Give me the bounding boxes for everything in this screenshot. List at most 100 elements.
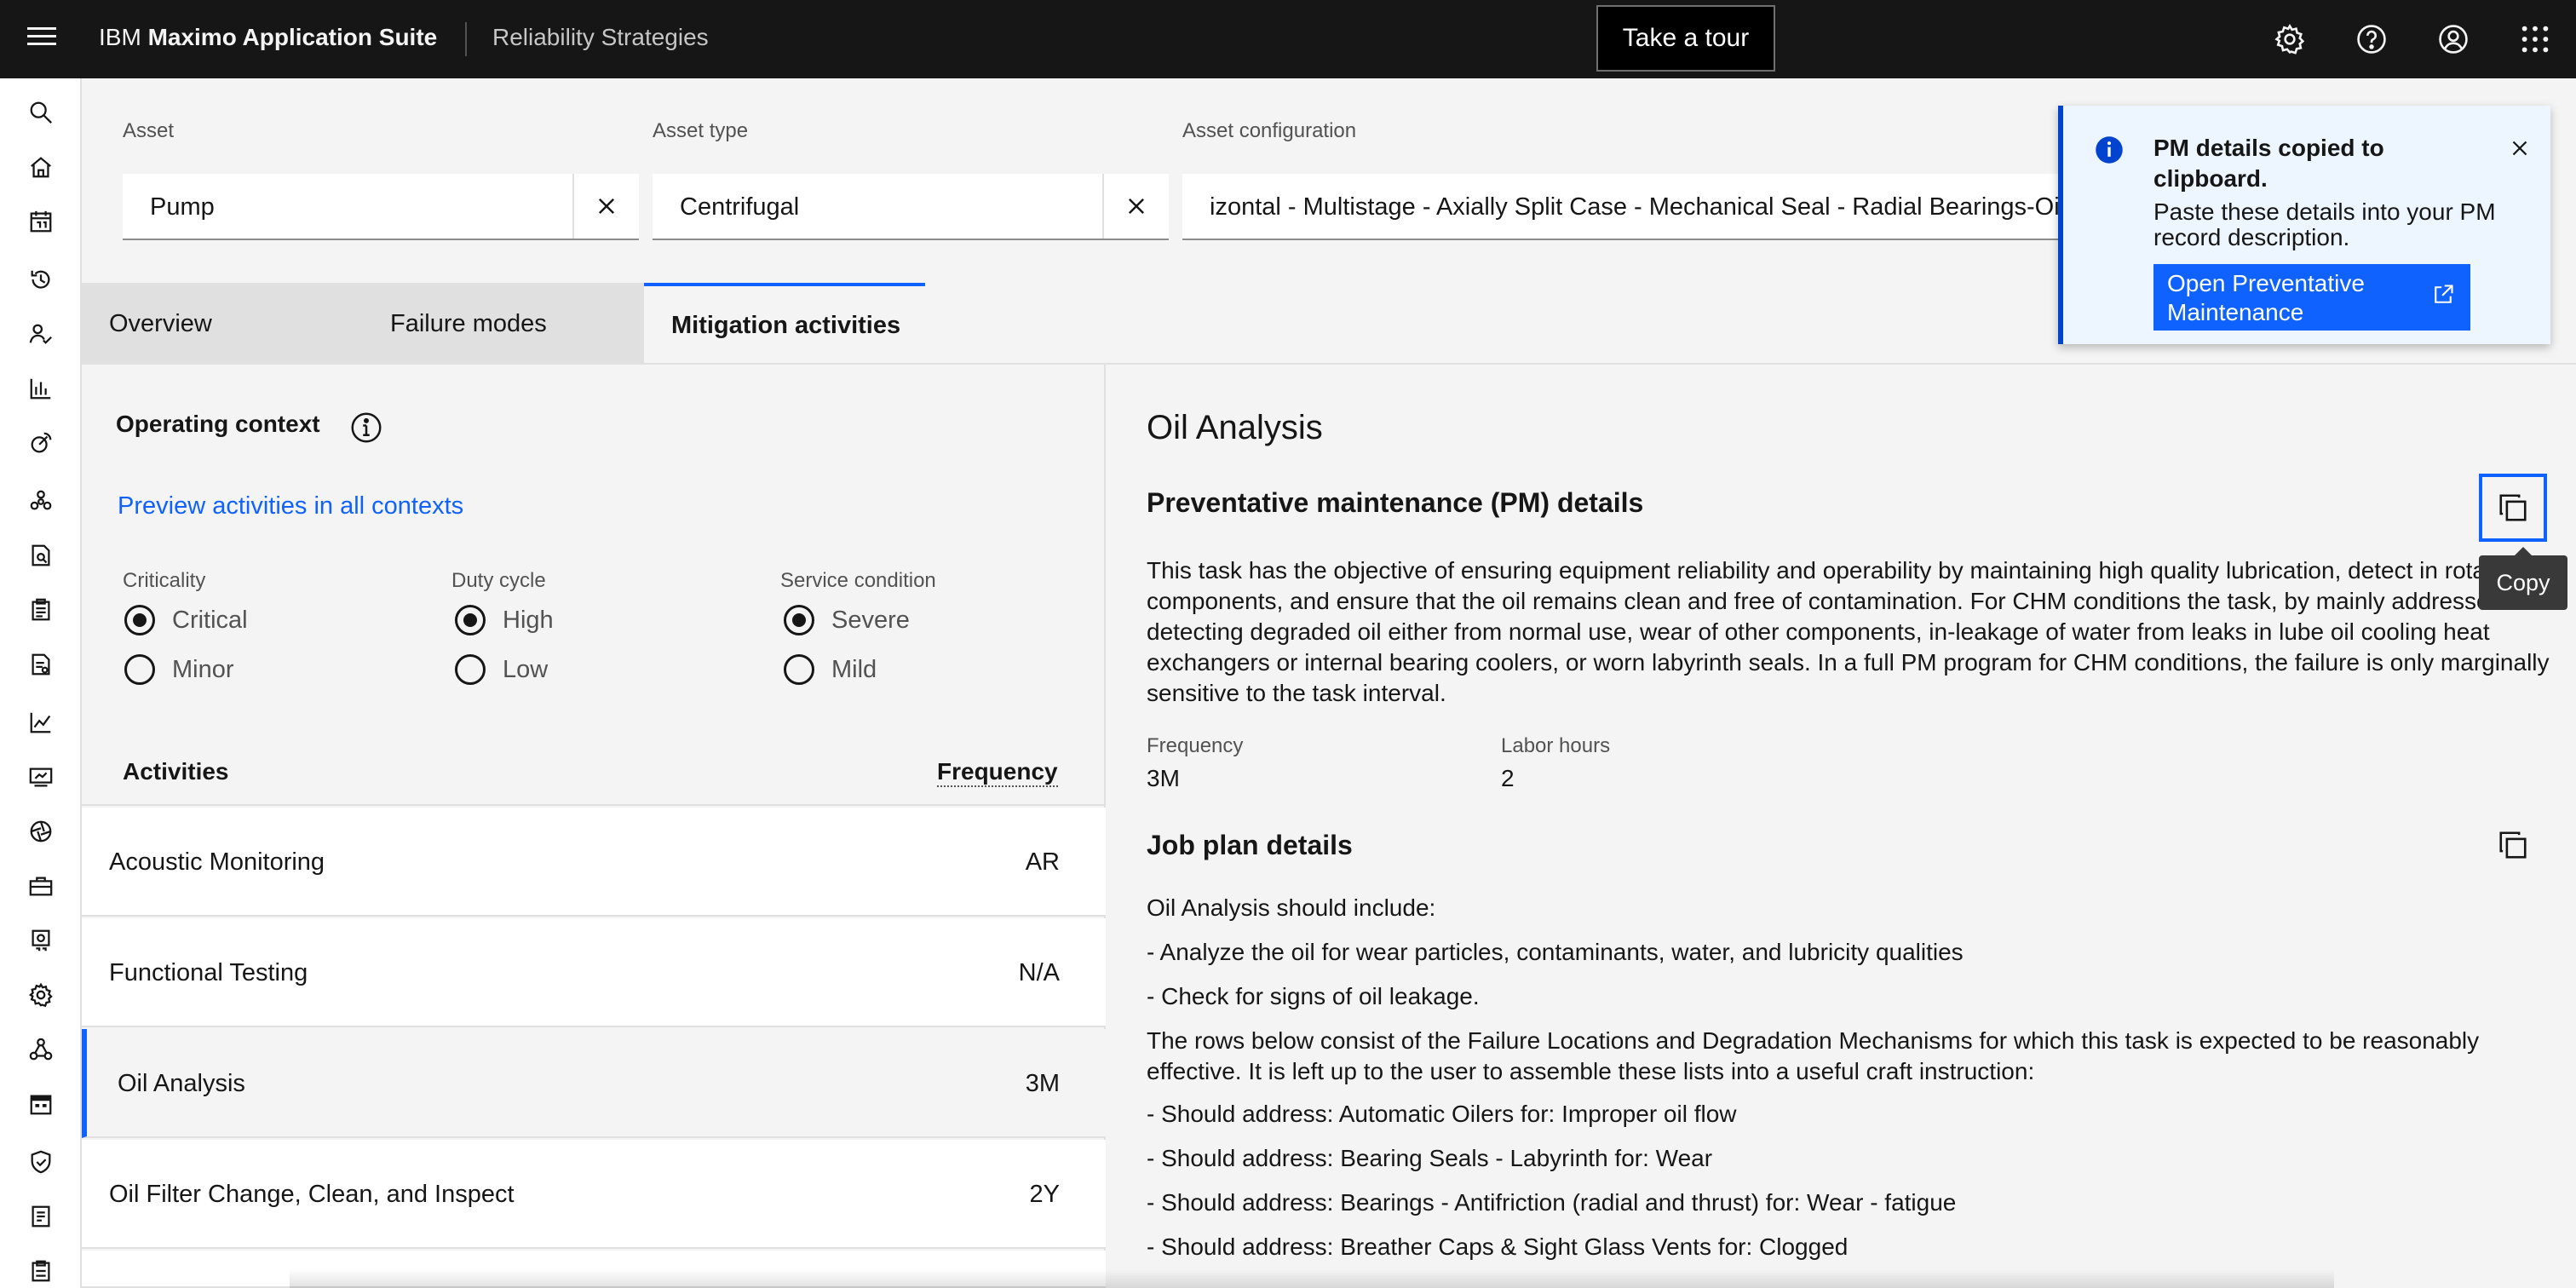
job-plan-intro: Oil Analysis should include: bbox=[1147, 894, 1436, 921]
job-rows-intro: The rows below consist of the Failure Lo… bbox=[1147, 1027, 2480, 1084]
job-plan-heading: Job plan details bbox=[1147, 830, 1353, 860]
notebook-icon[interactable] bbox=[26, 1201, 56, 1232]
asset-type-label: Asset type bbox=[653, 119, 749, 142]
machine-icon[interactable] bbox=[26, 925, 56, 956]
brand-name[interactable]: IBM Maximo Application Suite bbox=[99, 20, 437, 55]
copy-job-plan-button[interactable] bbox=[2479, 811, 2547, 879]
product-name[interactable]: Reliability Strategies bbox=[492, 20, 709, 55]
activity-row-acoustic-monitoring[interactable]: Acoustic Monitoring AR bbox=[82, 808, 1106, 917]
tab-mitigation-activities[interactable]: Mitigation activities bbox=[644, 283, 925, 365]
activity-row-oil-analysis[interactable]: Oil Analysis 3M bbox=[82, 1029, 1106, 1138]
criticality-label: Criticality bbox=[123, 569, 206, 592]
open-preventative-maintenance-button[interactable]: Open Preventative Maintenance bbox=[2153, 264, 2470, 331]
job-step: - Check for signs of oil leakage. bbox=[1147, 983, 1480, 1009]
monitor-icon[interactable] bbox=[26, 762, 56, 792]
radio-button[interactable] bbox=[784, 605, 814, 635]
radio-minor[interactable]: Minor bbox=[124, 653, 234, 687]
activity-name: Functional Testing bbox=[109, 959, 308, 986]
radio-mild[interactable]: Mild bbox=[784, 653, 877, 687]
info-icon[interactable] bbox=[349, 411, 383, 445]
activity-name: Oil Analysis bbox=[118, 1070, 245, 1097]
activity-frequency: AR bbox=[1025, 848, 1060, 876]
settings-icon[interactable] bbox=[26, 980, 56, 1010]
radio-severe[interactable]: Severe bbox=[784, 603, 910, 637]
labor-hours-value: 2 bbox=[1501, 765, 1515, 791]
tab-failure-modes[interactable]: Failure modes bbox=[363, 283, 644, 365]
asset-type-field[interactable]: Centrifugal bbox=[653, 174, 1169, 240]
job-row: - Should address: Automatic Oilers for: … bbox=[1147, 1101, 1737, 1127]
radio-button[interactable] bbox=[124, 605, 155, 635]
radio-button[interactable] bbox=[455, 605, 486, 635]
asset-configuration-label: Asset configuration bbox=[1182, 119, 1357, 142]
menu-icon[interactable] bbox=[26, 22, 58, 55]
notification-title: PM details copied to clipboard. bbox=[2153, 135, 2384, 192]
nodes-icon[interactable] bbox=[26, 1034, 56, 1065]
aperture-icon[interactable] bbox=[26, 816, 56, 847]
asset-type-value: Centrifugal bbox=[680, 193, 800, 221]
detail-title: Oil Analysis bbox=[1147, 409, 1323, 446]
radio-button[interactable] bbox=[124, 654, 155, 685]
settings-icon[interactable] bbox=[2269, 19, 2310, 60]
search-icon[interactable] bbox=[26, 97, 56, 128]
radio-button[interactable] bbox=[455, 654, 486, 685]
calendar-icon[interactable] bbox=[26, 206, 56, 237]
document-search-icon[interactable] bbox=[26, 540, 56, 571]
calendar-grid-icon[interactable] bbox=[26, 1089, 56, 1119]
asset-configuration-value: izontal - Multistage - Axially Split Cas… bbox=[1210, 193, 2066, 221]
activities-header-divider bbox=[82, 804, 1106, 806]
network-icon[interactable] bbox=[26, 486, 56, 516]
activity-frequency: N/A bbox=[1018, 959, 1060, 986]
service-condition-label: Service condition bbox=[780, 569, 936, 592]
job-step: - Analyze the oil for wear particles, co… bbox=[1147, 939, 1964, 965]
take-a-tour-button[interactable]: Take a tour bbox=[1596, 5, 1775, 72]
button-label: Open Preventative Maintenance bbox=[2167, 270, 2365, 325]
app-switcher-icon[interactable] bbox=[2515, 19, 2556, 60]
activities-column-header: Activities bbox=[123, 758, 229, 785]
clear-asset-type-icon[interactable] bbox=[1102, 174, 1169, 239]
frequency-column-header[interactable]: Frequency bbox=[937, 758, 1058, 787]
satellite-icon[interactable] bbox=[26, 428, 56, 458]
report-icon[interactable] bbox=[26, 649, 56, 680]
asset-field[interactable]: Pump bbox=[123, 174, 639, 240]
line-chart-icon[interactable] bbox=[26, 707, 56, 738]
detail-panel: Oil Analysis Preventative maintenance (P… bbox=[1107, 365, 2576, 1288]
radio-low[interactable]: Low bbox=[455, 653, 548, 687]
radio-critical[interactable]: Critical bbox=[124, 603, 248, 637]
side-navigation bbox=[0, 78, 82, 1288]
frequency-value: 3M bbox=[1147, 765, 1180, 791]
activity-row-functional-testing[interactable]: Functional Testing N/A bbox=[82, 918, 1106, 1027]
header-divider bbox=[465, 22, 467, 56]
asset-configuration-field[interactable]: izontal - Multistage - Axially Split Cas… bbox=[1182, 174, 2068, 240]
copied-notification: PM details copied to clipboard. Paste th… bbox=[2058, 106, 2550, 344]
job-row: - Should address: Bearing Seals - Labyri… bbox=[1147, 1145, 1713, 1171]
asset-label: Asset bbox=[123, 119, 175, 142]
frequency-label: Frequency bbox=[1147, 734, 1244, 757]
user-icon[interactable] bbox=[2433, 19, 2474, 60]
copy-tooltip: Copy bbox=[2479, 547, 2567, 610]
tab-overview[interactable]: Overview bbox=[82, 283, 365, 365]
user-check-icon[interactable] bbox=[26, 319, 56, 349]
shield-check-icon[interactable] bbox=[26, 1147, 56, 1177]
radio-high[interactable]: High bbox=[455, 603, 554, 637]
notification-body: Paste these details into your PM record … bbox=[2153, 198, 2496, 250]
clear-asset-icon[interactable] bbox=[572, 174, 639, 239]
preview-activities-link[interactable]: Preview activities in all contexts bbox=[118, 492, 463, 520]
history-icon[interactable] bbox=[26, 264, 56, 295]
activity-frequency: 3M bbox=[1025, 1070, 1060, 1097]
copy-pm-details-button[interactable] bbox=[2479, 474, 2547, 542]
close-icon[interactable] bbox=[2499, 128, 2540, 169]
clipboard-icon[interactable] bbox=[26, 595, 56, 625]
home-icon[interactable] bbox=[26, 152, 56, 182]
pm-description: This task has the objective of ensuring … bbox=[1147, 557, 2550, 706]
labor-hours-label: Labor hours bbox=[1501, 734, 1611, 757]
activity-row-oil-filter-change[interactable]: Oil Filter Change, Clean, and Inspect 2Y bbox=[82, 1140, 1106, 1249]
info-filled-icon bbox=[2094, 135, 2125, 165]
bar-chart-icon[interactable] bbox=[26, 373, 56, 404]
radio-button[interactable] bbox=[784, 654, 814, 685]
activity-frequency: 2Y bbox=[1029, 1181, 1060, 1208]
inventory-icon[interactable] bbox=[26, 1256, 56, 1286]
job-row: - Should address: Bearings - Antifrictio… bbox=[1147, 1189, 1957, 1216]
toolbox-icon[interactable] bbox=[26, 871, 56, 901]
help-icon[interactable] bbox=[2351, 19, 2392, 60]
pm-details-heading: Preventative maintenance (PM) details bbox=[1147, 487, 1644, 518]
